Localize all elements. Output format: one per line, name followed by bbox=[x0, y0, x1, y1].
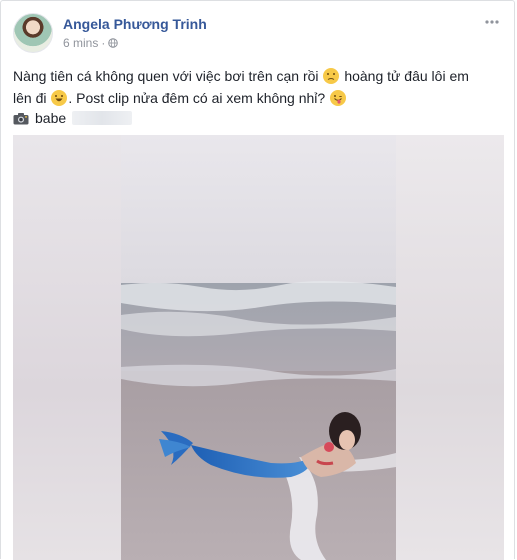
winking-tongue-face-icon bbox=[330, 90, 347, 106]
post-video[interactable] bbox=[13, 135, 504, 560]
post-timestamp[interactable]: 6 mins bbox=[63, 36, 98, 50]
post-body-text: Nàng tiên cá không quen với việc bơi trê… bbox=[13, 65, 503, 109]
post-text-segment-2: hoàng tử đâu lôi em bbox=[344, 68, 469, 84]
disappointed-face-icon bbox=[323, 68, 340, 84]
meta-separator: · bbox=[101, 36, 106, 50]
camera-icon bbox=[13, 112, 29, 124]
video-blur-left bbox=[13, 135, 121, 560]
more-options-icon[interactable] bbox=[484, 17, 500, 27]
post-header: Angela Phương Trinh 6 mins · bbox=[13, 13, 502, 53]
tag-line: babe bbox=[13, 109, 133, 127]
tag-label: babe bbox=[35, 110, 67, 126]
post-text-segment-3: lên đi bbox=[13, 90, 47, 106]
author-name-link[interactable]: Angela Phương Trinh bbox=[63, 16, 207, 32]
post-text-segment-1: Nàng tiên cá không quen với việc bơi trê… bbox=[13, 68, 319, 84]
tears-of-joy-icon bbox=[51, 90, 68, 106]
feed-post-card: Angela Phương Trinh 6 mins · Nàng tiên c… bbox=[0, 0, 515, 560]
post-text-segment-4: . Post clip nửa đêm có ai xem không nhỉ? bbox=[68, 90, 326, 106]
blurred-tag-name bbox=[72, 111, 133, 125]
post-meta: 6 mins · bbox=[63, 36, 119, 50]
video-blur-right bbox=[396, 135, 504, 560]
author-avatar[interactable] bbox=[13, 13, 53, 53]
globe-icon[interactable] bbox=[108, 38, 119, 48]
video-frame[interactable] bbox=[121, 135, 396, 560]
